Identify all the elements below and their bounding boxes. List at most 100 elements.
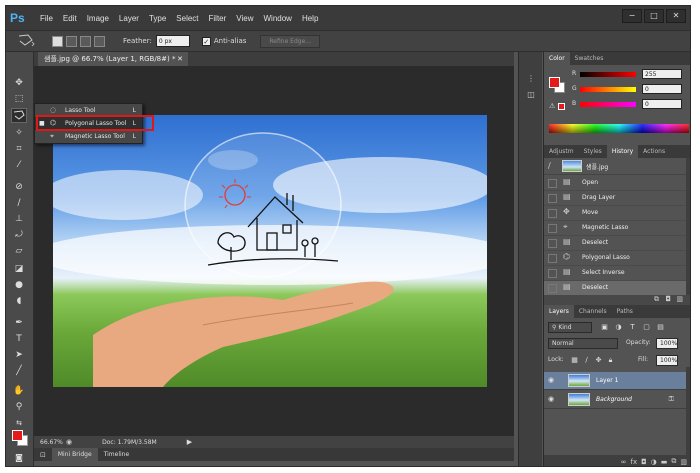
lock-pixels-icon[interactable]: ∕	[582, 356, 591, 365]
history-snapshot[interactable]: ∕ 샘플.jpg	[544, 158, 686, 175]
history-item[interactable]: ⌖ Magnetic Lasso	[544, 221, 686, 236]
history-item[interactable]: ▤ Open	[544, 176, 686, 191]
zoom-level[interactable]: 66.67%	[40, 439, 66, 446]
history-item[interactable]: ▤ Select Inverse	[544, 266, 686, 281]
lock-transparency-icon[interactable]: ▦	[570, 356, 579, 365]
camera-icon[interactable]: ◘	[665, 295, 671, 303]
layers-scrollbar[interactable]	[686, 367, 690, 455]
menu-select[interactable]: Select	[176, 14, 198, 23]
menu-help[interactable]: Help	[302, 14, 318, 23]
eyedropper-tool-icon[interactable]: ⁄	[11, 158, 27, 173]
layer-mask-icon[interactable]: ◘	[641, 458, 647, 466]
blur-tool-icon[interactable]: ●	[11, 278, 27, 293]
tab-paths[interactable]: Paths	[612, 305, 638, 318]
status-arrow-icon[interactable]: ▶	[187, 438, 192, 446]
trash-icon[interactable]: ▥	[680, 458, 687, 466]
flyout-magnetic-lasso-tool[interactable]: ⌖ Magnetic Lasso Tool L	[35, 130, 142, 143]
out-of-gamut-warning-icon[interactable]: ⚠	[549, 102, 555, 110]
foreground-color-swatch[interactable]	[12, 430, 23, 441]
tab-layers[interactable]: Layers	[544, 305, 574, 318]
eye-icon[interactable]: ◉	[548, 395, 554, 403]
tab-mini-bridge[interactable]: Mini Bridge	[51, 448, 98, 461]
history-item[interactable]: ▤ Deselect	[544, 236, 686, 251]
tab-timeline[interactable]: Timeline	[98, 448, 136, 461]
shape-tool-icon[interactable]: ╱	[11, 364, 27, 379]
menu-type[interactable]: Type	[149, 14, 166, 23]
type-tool-icon[interactable]: T	[11, 332, 27, 347]
maximize-button[interactable]: □	[644, 9, 664, 23]
add-to-selection-mode[interactable]	[66, 35, 77, 47]
tab-styles[interactable]: Styles	[579, 145, 607, 158]
tab-adjustments[interactable]: Adjustm	[544, 145, 579, 158]
green-slider[interactable]	[580, 87, 636, 92]
pixel-filter-icon[interactable]: ▣	[600, 323, 609, 332]
path-selection-tool-icon[interactable]: ➤	[11, 348, 27, 363]
tab-swatches[interactable]: Swatches	[570, 52, 609, 65]
menu-file[interactable]: File	[40, 14, 53, 23]
intersect-selection-mode[interactable]	[94, 35, 105, 47]
layer-row-background[interactable]: ◉ Background ⚿	[544, 391, 686, 409]
dodge-tool-icon[interactable]: ◖	[11, 294, 27, 309]
crop-tool-icon[interactable]: ⌗	[11, 142, 27, 157]
green-value-input[interactable]: 0	[642, 84, 682, 94]
smart-object-filter-icon[interactable]: ▤	[656, 323, 665, 332]
type-filter-icon[interactable]: T	[628, 323, 637, 332]
refine-edge-button[interactable]: Refine Edge...	[260, 34, 320, 48]
new-selection-mode[interactable]	[52, 35, 63, 47]
blend-mode-select[interactable]: Normal	[548, 338, 618, 349]
menu-edit[interactable]: Edit	[63, 14, 77, 23]
layer-style-icon[interactable]: fx	[630, 458, 637, 466]
history-item[interactable]: ⌬ Polygonal Lasso	[544, 251, 686, 266]
fill-input[interactable]: 100%	[656, 355, 678, 366]
close-button[interactable]: ✕	[666, 9, 686, 23]
menu-window[interactable]: Window	[264, 14, 292, 23]
new-layer-icon[interactable]: ⧉	[671, 457, 676, 466]
quick-mask-icon[interactable]: ◙	[11, 450, 27, 465]
color-panel-foreground-swatch[interactable]	[549, 77, 560, 88]
shape-filter-icon[interactable]: ▢	[642, 323, 651, 332]
link-layers-icon[interactable]: ∞	[621, 458, 627, 466]
new-document-from-state-icon[interactable]: ⧉	[654, 295, 659, 304]
tab-channels[interactable]: Channels	[574, 305, 612, 318]
layer-row-layer-1[interactable]: ◉ Layer 1	[544, 372, 686, 390]
menu-image[interactable]: Image	[87, 14, 109, 23]
close-tab-icon[interactable]: ✕	[177, 52, 183, 66]
adjustment-filter-icon[interactable]: ◑	[614, 323, 623, 332]
eye-icon[interactable]: ◉	[548, 376, 554, 384]
tab-color[interactable]: Color	[544, 52, 570, 65]
new-group-icon[interactable]: ▬	[661, 458, 668, 466]
menu-filter[interactable]: Filter	[209, 14, 227, 23]
bridge-icon[interactable]: ⊡	[40, 451, 46, 459]
status-menu-icon[interactable]: ◉	[66, 438, 72, 446]
tab-history[interactable]: History	[606, 145, 639, 158]
move-tool-icon[interactable]: ✥	[11, 76, 27, 91]
red-value-input[interactable]: 255	[642, 69, 682, 79]
gradient-tool-icon[interactable]: ◪	[11, 262, 27, 277]
brush-tool-icon[interactable]: ∕	[11, 196, 27, 211]
lock-position-icon[interactable]: ✥	[594, 356, 603, 365]
tab-actions[interactable]: Actions	[638, 145, 670, 158]
swap-colors-icon[interactable]: ⇆	[11, 416, 27, 431]
adjustment-layer-icon[interactable]: ◑	[651, 458, 657, 466]
tool-preset-picker[interactable]	[16, 33, 38, 49]
kind-filter-select[interactable]: ⚲ Kind	[548, 322, 592, 333]
hand-tool-icon[interactable]: ✋	[11, 384, 27, 399]
blue-slider[interactable]	[580, 102, 636, 107]
history-item[interactable]: ▤ Deselect	[544, 281, 686, 296]
menu-view[interactable]: View	[236, 14, 253, 23]
blue-value-input[interactable]: 0	[642, 99, 682, 109]
healing-brush-tool-icon[interactable]: ⊘	[11, 180, 27, 195]
pen-tool-icon[interactable]: ✒	[11, 316, 27, 331]
clone-stamp-tool-icon[interactable]: ⊥	[11, 212, 27, 227]
history-item[interactable]: ✥ Move	[544, 206, 686, 221]
history-item[interactable]: ▤ Drag Layer	[544, 191, 686, 206]
minimize-button[interactable]: −	[622, 9, 642, 23]
document-tab[interactable]: 샘플.jpg @ 66.7% (Layer 1, RGB/8#) * ✕	[38, 52, 188, 66]
red-slider[interactable]	[580, 72, 636, 77]
gamut-color-swatch[interactable]	[558, 103, 565, 110]
opacity-input[interactable]: 100%	[656, 338, 678, 349]
antialias-checkbox[interactable]: ✓	[201, 36, 211, 46]
menu-layer[interactable]: Layer	[119, 14, 139, 23]
marquee-tool-icon[interactable]: ⬚	[11, 92, 27, 107]
history-scrollbar[interactable]	[686, 158, 690, 296]
